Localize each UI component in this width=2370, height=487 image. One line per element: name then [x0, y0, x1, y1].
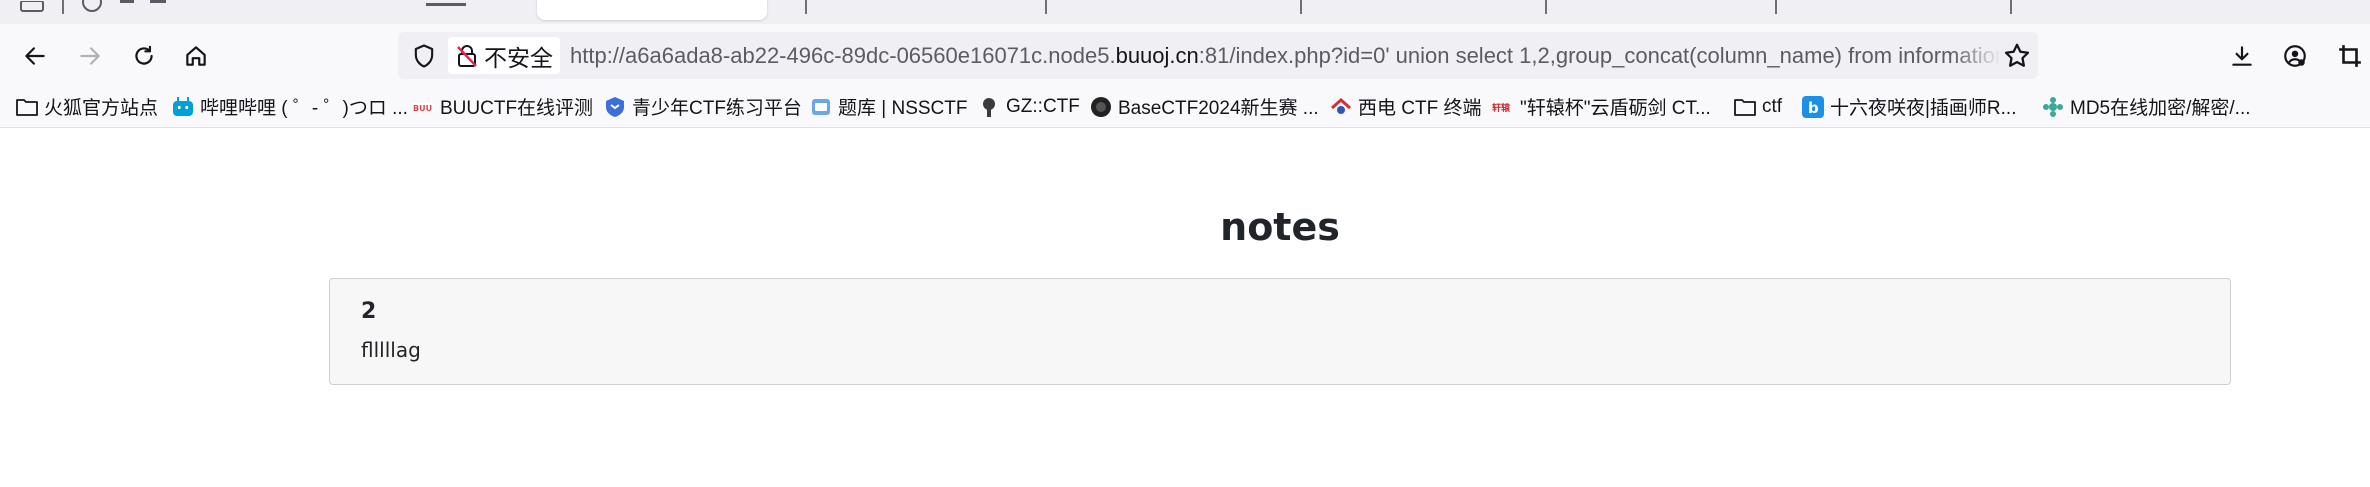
bookmark-label: GZ::CTF [1006, 95, 1080, 117]
note-body: flllllag [361, 338, 421, 362]
navigation-toolbar: 不安全 http://a6a6ada8-ab22-496c-89dc-06560… [0, 24, 2370, 85]
nssctf-icon [810, 96, 832, 118]
account-button[interactable] [2277, 38, 2313, 74]
bookmarks-toolbar: 火狐官方站点 哔哩哔哩 ( ゜- ゜)つロ ... BUU BUUCTF在线评测… [0, 85, 2370, 128]
tab-fragment[interactable] [420, 0, 500, 24]
bookmark-item[interactable]: BaseCTF2024新生赛 ... [1090, 85, 1319, 128]
bookmark-label: ctf [1762, 95, 1783, 117]
home-icon [186, 46, 206, 66]
bookmark-item[interactable]: b 十六夜咲夜|插画师R... [1802, 85, 2017, 128]
bookmark-label: BUUCTF在线评测 [440, 98, 594, 119]
bookmark-item[interactable]: 火狐官方站点 [16, 85, 158, 128]
bookmark-item[interactable]: 哔哩哔哩 ( ゜- ゜)つロ ... [172, 85, 408, 128]
bookmark-item[interactable]: 题库 | NSSCTF [810, 85, 968, 128]
folder-icon [1734, 96, 1756, 118]
tab-fragment[interactable] [80, 0, 230, 24]
bilibili-icon [172, 96, 194, 118]
security-label: 不安全 [484, 44, 553, 71]
url-fade [1952, 32, 2002, 79]
bookmark-label: 十六夜咲夜|插画师R... [1830, 98, 2017, 119]
forward-button[interactable] [72, 38, 108, 74]
note-card: 2 flllllag [329, 278, 2231, 385]
bing-icon: b [1802, 95, 1824, 118]
page-title: notes [1220, 205, 1340, 249]
folder-icon [16, 96, 38, 118]
screenshot-button[interactable] [2332, 38, 2368, 74]
home-button[interactable] [178, 38, 214, 74]
bookmark-star-icon[interactable] [2002, 41, 2032, 71]
reload-button[interactable] [126, 38, 162, 74]
svg-text:b: b [1808, 99, 1819, 117]
url-text[interactable]: http://a6a6ada8-ab22-496c-89dc-06560e160… [570, 32, 2002, 79]
tab-separator [1300, 0, 1302, 14]
reload-icon [135, 45, 153, 65]
tab-separator [2010, 0, 2012, 14]
bookmark-label: 青少年CTF练习平台 [632, 98, 802, 119]
arrow-right-icon [80, 47, 100, 65]
bookmark-label: 西电 CTF 终端 [1358, 98, 1482, 119]
url-prefix: http://a6a6ada8-ab22-496c-89dc-06560e160… [570, 43, 1116, 68]
bookmark-item[interactable]: GZ::CTF [978, 85, 1080, 128]
tab-strip [0, 0, 2370, 24]
bookmark-label: MD5在线加密/解密/... [2070, 98, 2251, 119]
bookmark-item[interactable]: 青少年CTF练习平台 [604, 85, 802, 128]
bookmark-label: "轩辕杯"云盾砺剑 CT... [1520, 98, 1711, 119]
bookmark-item[interactable]: 轩辕 "轩辕杯"云盾砺剑 CT... [1492, 85, 1711, 128]
md5-icon [2042, 96, 2064, 118]
qsnctf-icon [604, 96, 626, 118]
bookmark-label: 哔哩哔哩 ( ゜- ゜)つロ ... [200, 98, 408, 119]
insecure-lock-icon [457, 44, 477, 67]
arrow-left-icon [25, 47, 45, 65]
crop-icon [2339, 45, 2361, 67]
tab-separator [1545, 0, 1547, 14]
tab-separator [62, 0, 64, 14]
xuanyuan-icon: 轩辕 [1492, 96, 1514, 118]
connection-security-badge[interactable]: 不安全 [448, 37, 560, 74]
bookmark-label: 火狐官方站点 [44, 98, 159, 119]
xidian-icon [1330, 96, 1352, 118]
tab-separator [805, 0, 807, 14]
svg-text:BUU: BUU [413, 104, 432, 113]
gzctf-icon [978, 96, 1000, 118]
active-tab[interactable] [537, 0, 767, 20]
shield-icon[interactable] [410, 42, 438, 70]
url-suffix: :81/index.php?id=0' union select 1,2,gro… [1198, 43, 2002, 68]
bookmark-item[interactable]: BUU BUUCTF在线评测 [412, 85, 593, 128]
bookmark-item[interactable]: MD5在线加密/解密/... [2042, 85, 2251, 128]
svg-text:轩辕: 轩辕 [1492, 102, 1511, 114]
downloads-button[interactable] [2224, 38, 2260, 74]
tab-separator [1045, 0, 1047, 14]
tab-separator [1775, 0, 1777, 14]
bookmark-item[interactable]: 西电 CTF 终端 [1330, 85, 1482, 128]
account-icon [2284, 45, 2306, 67]
back-button[interactable] [17, 38, 53, 74]
download-icon [2232, 46, 2252, 66]
basectf-icon [1090, 96, 1112, 118]
address-bar[interactable]: 不安全 http://a6a6ada8-ab22-496c-89dc-06560… [398, 32, 2038, 79]
bookmark-label: BaseCTF2024新生赛 ... [1118, 98, 1319, 119]
note-title: 2 [361, 299, 377, 324]
bookmark-item[interactable]: ctf [1734, 85, 1782, 128]
buuctf-icon: BUU [412, 96, 434, 118]
url-host: buuoj.cn [1115, 43, 1199, 68]
bookmark-label: 题库 | NSSCTF [838, 98, 968, 119]
tab-overflow-menu[interactable] [18, 0, 48, 24]
